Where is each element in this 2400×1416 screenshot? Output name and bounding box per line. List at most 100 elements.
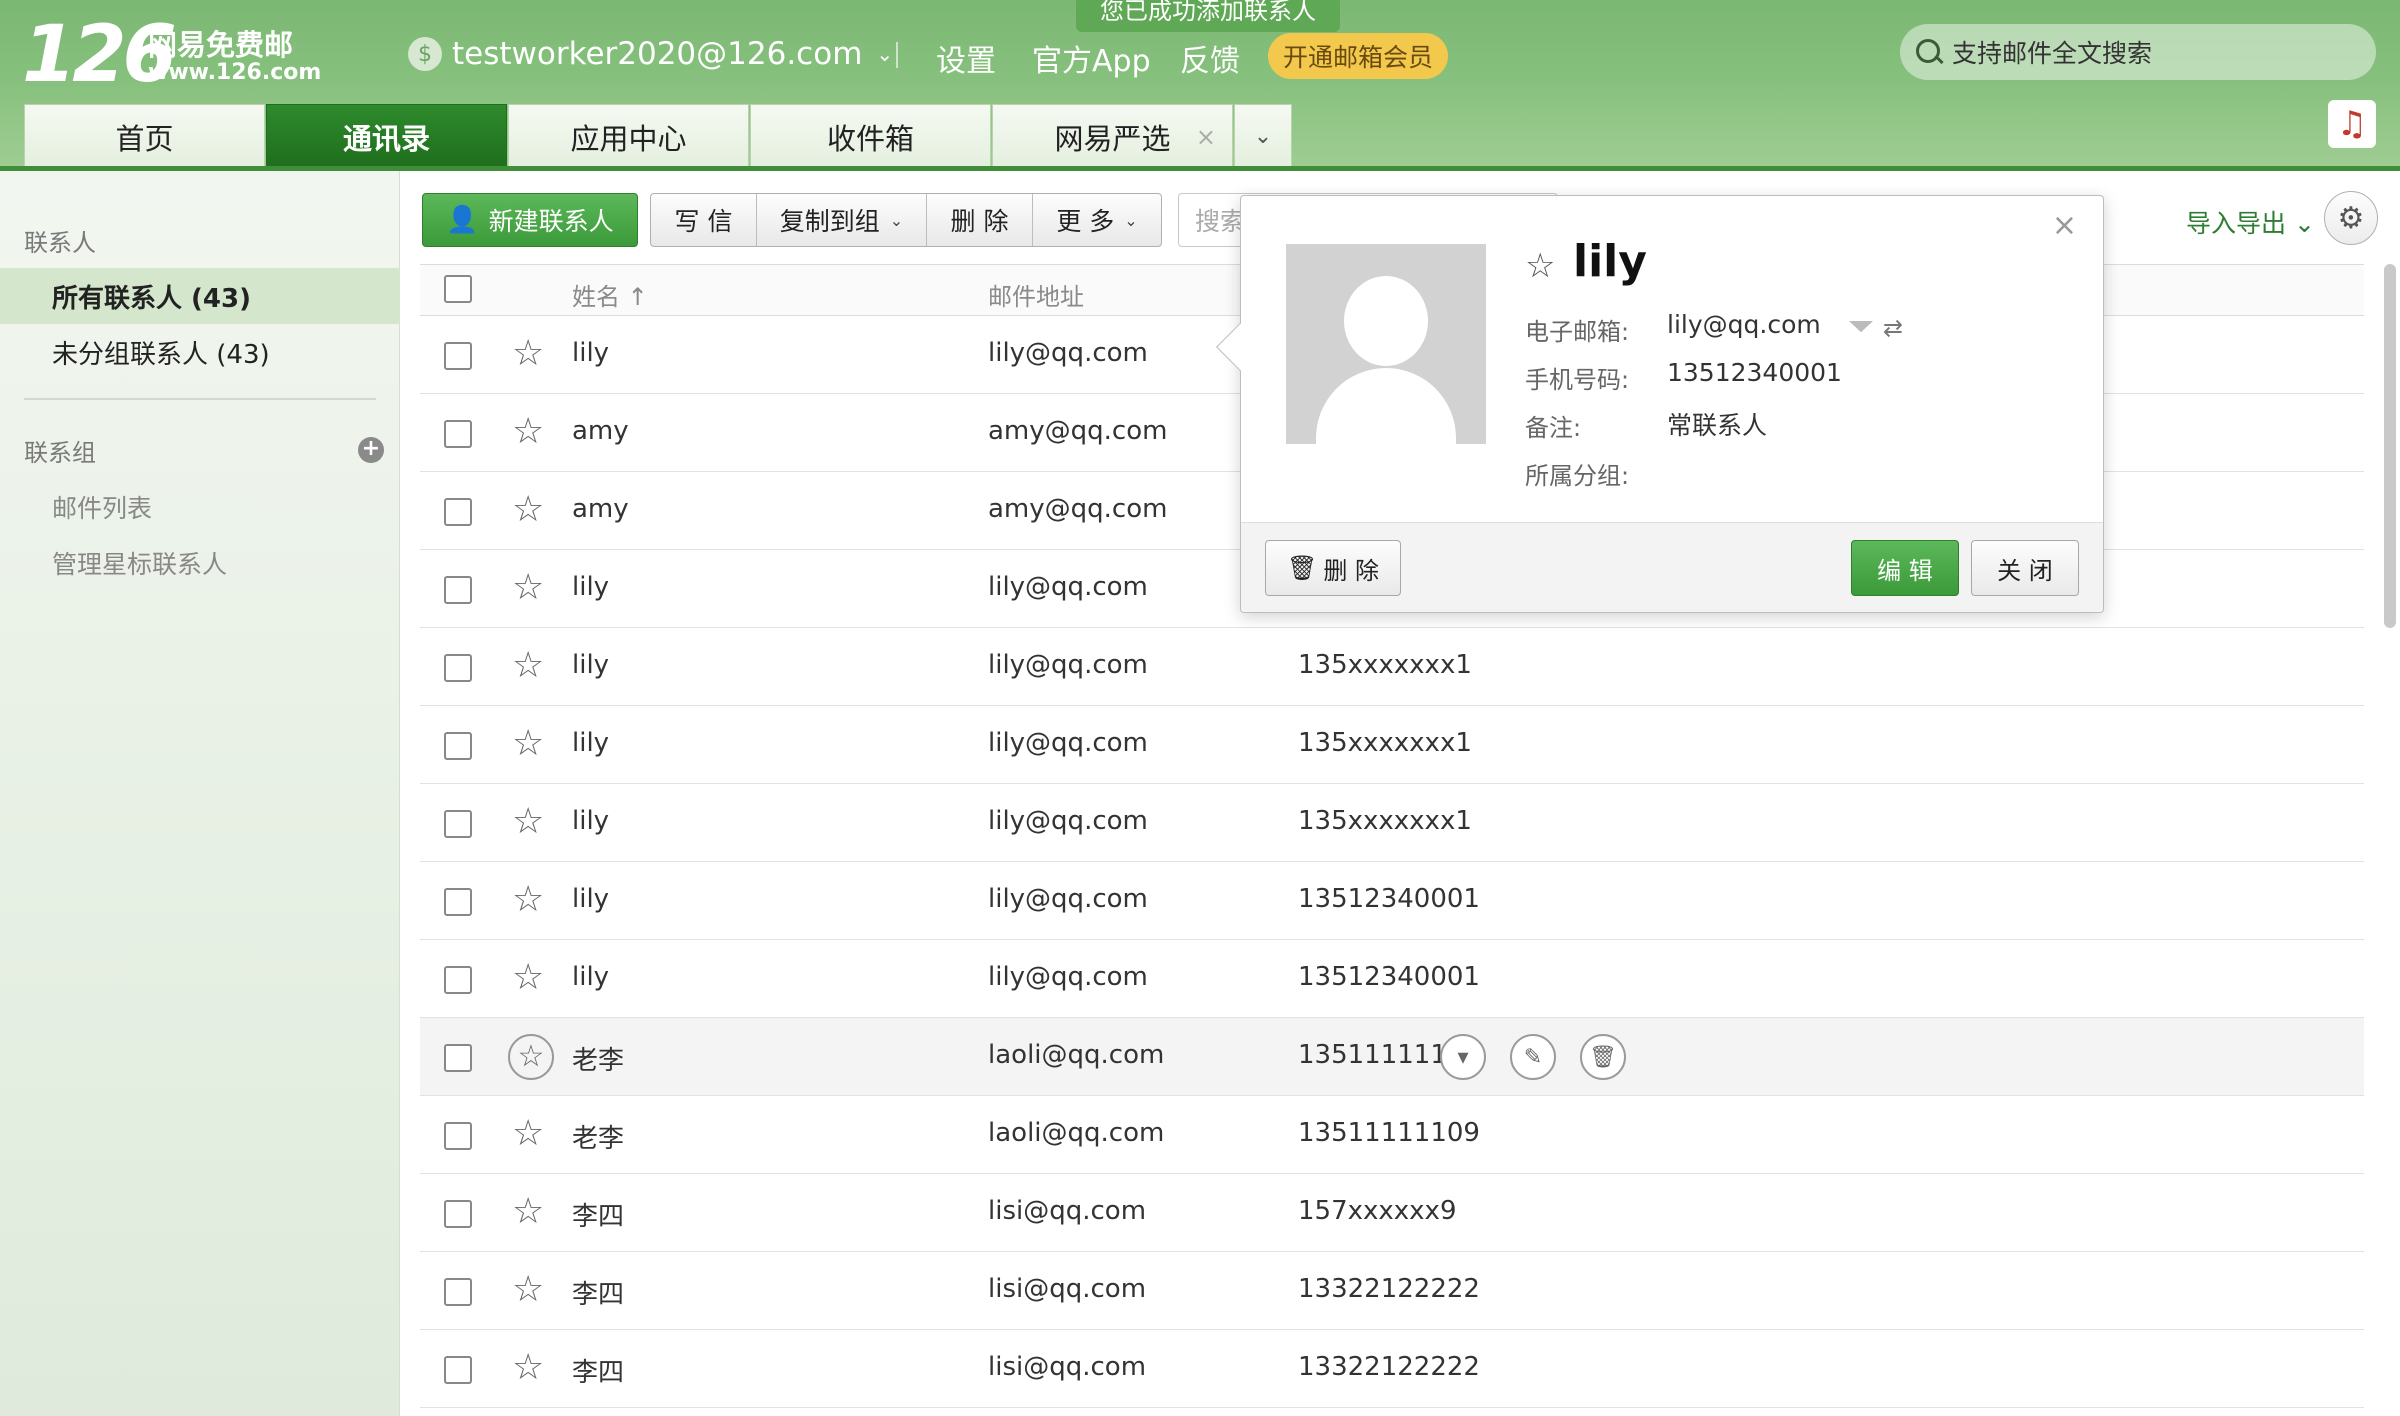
row-checkbox[interactable] [444, 888, 472, 916]
copy-to-group-button[interactable]: 复制到组 ⌄ [757, 194, 927, 246]
select-all-checkbox[interactable] [444, 275, 472, 303]
edit-icon[interactable]: ✎ [1510, 1034, 1556, 1080]
music-icon[interactable]: ♫ [2328, 100, 2376, 148]
account-switcher[interactable]: $ testworker2020@126.com ⌄ [408, 36, 893, 72]
link-icon[interactable]: ⇄ [1883, 314, 1903, 342]
star-icon[interactable]: ☆ [512, 1114, 544, 1154]
sidebar-item-mailing-list[interactable]: 邮件列表 [52, 489, 152, 525]
table-row[interactable]: ☆ 李四 lisi@qq.com 13322122222 [420, 1330, 2364, 1408]
column-email[interactable]: 邮件地址 [988, 277, 1084, 312]
row-checkbox[interactable] [444, 1278, 472, 1306]
contact-phone: 13511111109 [1298, 1118, 1480, 1148]
feedback-link[interactable]: 反馈 [1180, 36, 1240, 80]
close-popup-button[interactable]: 关 闭 [1971, 540, 2079, 596]
column-name[interactable]: 姓名 ↑ [572, 277, 648, 312]
contact-name: amy [572, 494, 629, 524]
star-icon[interactable]: ☆ [512, 958, 544, 998]
row-checkbox[interactable] [444, 810, 472, 838]
write-mail-button[interactable]: 写 信 [651, 194, 757, 246]
row-checkbox[interactable] [444, 498, 472, 526]
settings-link[interactable]: 设置 [936, 36, 996, 80]
sidebar: 联系人 所有联系人 (43) 未分组联系人 (43) 联系组 + 邮件列表 管理… [0, 171, 400, 1416]
contacts-heading: 联系人 [24, 229, 96, 257]
star-icon[interactable]: ☆ [512, 1270, 544, 1310]
chevron-down-icon: ⌄ [1124, 210, 1138, 230]
contact-name: 李四 [572, 1202, 625, 1232]
sidebar-item-starred-contacts[interactable]: 管理星标联系人 [52, 545, 227, 581]
row-checkbox[interactable] [444, 1356, 472, 1384]
sidebar-item-all-contacts[interactable]: 所有联系人 (43) [0, 268, 400, 324]
mail-icon[interactable] [1849, 321, 1873, 333]
star-icon[interactable]: ☆ [512, 646, 544, 686]
row-checkbox[interactable] [444, 732, 472, 760]
close-icon[interactable]: × [1196, 123, 1216, 151]
close-icon[interactable]: × [2052, 208, 2077, 243]
star-icon[interactable]: ☆ [512, 724, 544, 764]
scrollbar[interactable] [2384, 264, 2396, 628]
row-checkbox[interactable] [444, 654, 472, 682]
tab-inbox[interactable]: 收件箱 [750, 104, 991, 168]
table-row[interactable]: ☆ 李四 lisi@qq.com 13322122222 [420, 1252, 2364, 1330]
send-mail-icon[interactable]: ▾ [1440, 1034, 1486, 1080]
note-label: 备注: [1525, 414, 1582, 442]
contact-name: 李四 [572, 1280, 625, 1310]
chevron-down-icon: ⌄ [889, 210, 904, 230]
star-icon[interactable]: ☆ [512, 334, 544, 374]
more-button[interactable]: 更 多 ⌄ [1033, 194, 1161, 246]
row-checkbox[interactable] [444, 420, 472, 448]
star-icon[interactable]: ☆ [512, 490, 544, 530]
table-row[interactable]: ☆ 老李 laoli@qq.com 13511111109 ▾ ✎ 🗑 [420, 1018, 2364, 1096]
logo-name: 网易免费邮 [148, 28, 294, 62]
add-group-icon[interactable]: + [358, 437, 384, 463]
table-row[interactable]: ☆ 老李 laoli@qq.com 13511111109 [420, 1096, 2364, 1174]
top-header: 126 网易免费邮 www.126.com 您已成功添加联系人 $ testwo… [0, 0, 2400, 171]
edit-contact-button[interactable]: 编 辑 [1851, 540, 1959, 596]
import-export-menu[interactable]: 导入导出 ⌄ [2186, 204, 2315, 240]
tab-app-center[interactable]: 应用中心 [508, 104, 749, 168]
sidebar-item-ungrouped[interactable]: 未分组联系人 (43) [0, 324, 400, 380]
table-row[interactable]: ☆ lily lily@qq.com 135xxxxxxx1 [420, 784, 2364, 862]
contact-phone: 135xxxxxxx1 [1298, 650, 1472, 680]
star-icon[interactable]: ☆ [1525, 246, 1555, 286]
star-icon[interactable]: ☆ [512, 880, 544, 920]
vip-button[interactable]: 开通邮箱会员 [1268, 33, 1448, 79]
star-icon[interactable]: ☆ [512, 568, 544, 608]
trash-icon[interactable]: 🗑 [1580, 1034, 1626, 1080]
contact-phone: 135xxxxxxx1 [1298, 728, 1472, 758]
star-icon[interactable]: ☆ [512, 1192, 544, 1232]
contact-phone: 135xxxxxxx1 [1298, 806, 1472, 836]
delete-button[interactable]: 删 除 [927, 194, 1033, 246]
logo-url: www.126.com [148, 60, 322, 85]
contact-name: amy [572, 416, 629, 446]
star-icon[interactable]: ☆ [508, 1034, 554, 1080]
row-checkbox[interactable] [444, 342, 472, 370]
table-row[interactable]: ☆ lily lily@qq.com 135xxxxxxx1 [420, 706, 2364, 784]
tabs-more-button[interactable]: ⌄ [1234, 104, 1292, 168]
delete-contact-button[interactable]: 🗑 删 除 [1265, 540, 1401, 596]
tab-contacts[interactable]: 通讯录 [266, 104, 507, 168]
tab-home[interactable]: 首页 [24, 104, 265, 168]
contact-email: lisi@qq.com [988, 1196, 1147, 1226]
table-row[interactable]: ☆ lily lily@qq.com 13512340001 [420, 862, 2364, 940]
row-checkbox[interactable] [444, 576, 472, 604]
table-row[interactable]: ☆ lily lily@qq.com 13512340001 [420, 940, 2364, 1018]
email-value[interactable]: lily@qq.com [1667, 310, 1821, 339]
gear-icon[interactable]: ⚙ [2324, 191, 2378, 245]
table-row[interactable]: ☆ 李四 lisi@qq.com 157xxxxxx9 [420, 1174, 2364, 1252]
groups-heading: 联系组 [24, 439, 96, 467]
mail-search-box[interactable]: 支持邮件全文搜索 [1900, 24, 2376, 80]
trash-icon: 🗑 [1286, 554, 1318, 582]
table-row[interactable]: ☆ lily lily@qq.com 135xxxxxxx1 [420, 628, 2364, 706]
star-icon[interactable]: ☆ [512, 1348, 544, 1388]
star-icon[interactable]: ☆ [512, 802, 544, 842]
official-app-link[interactable]: 官方App [1032, 36, 1151, 80]
star-icon[interactable]: ☆ [512, 412, 544, 452]
row-checkbox[interactable] [444, 1044, 472, 1072]
popup-footer: 🗑 删 除 编 辑 关 闭 [1241, 522, 2103, 612]
row-checkbox[interactable] [444, 966, 472, 994]
tab-yanxuan[interactable]: 网易严选 × [992, 104, 1233, 168]
contact-name: 李四 [572, 1358, 625, 1388]
new-contact-button[interactable]: 👤 新建联系人 [422, 193, 638, 247]
row-checkbox[interactable] [444, 1200, 472, 1228]
row-checkbox[interactable] [444, 1122, 472, 1150]
